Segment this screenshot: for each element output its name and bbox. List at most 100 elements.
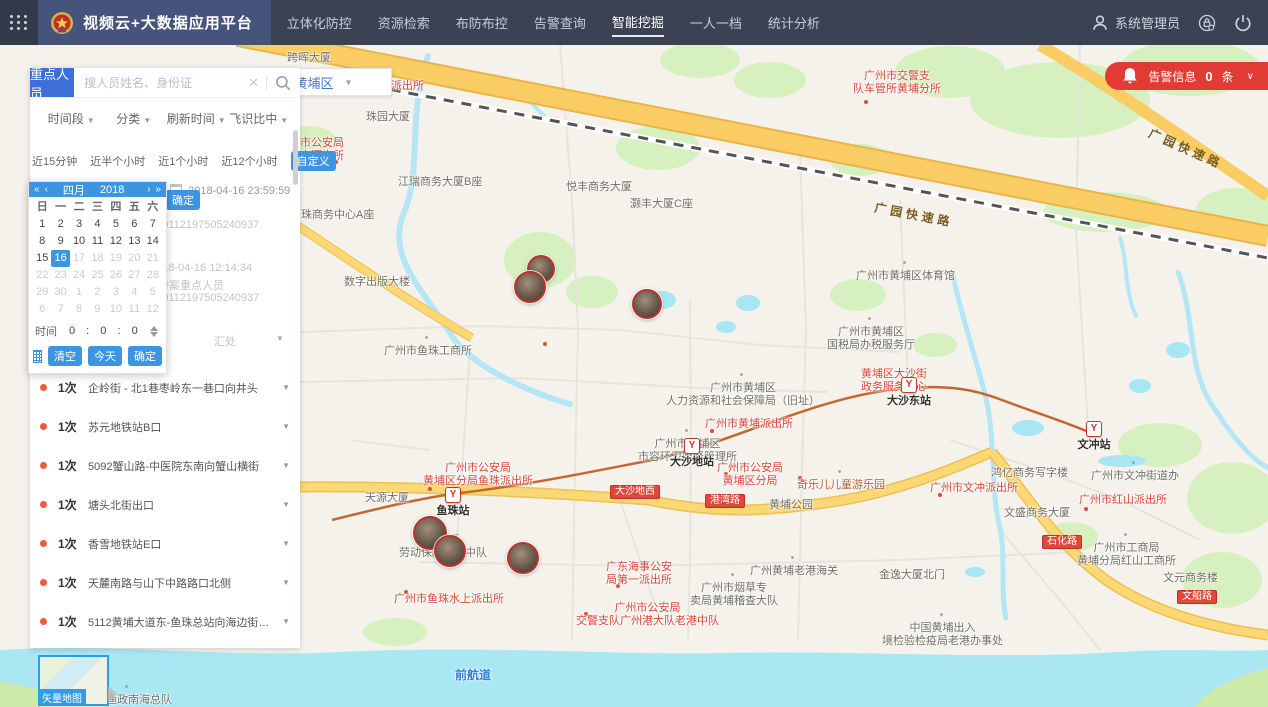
calendar-cell[interactable]: 1 — [33, 216, 51, 233]
quick-range-3[interactable]: 近1个小时 — [158, 153, 208, 169]
face-marker-3[interactable] — [632, 289, 662, 319]
calendar-cell[interactable]: 19 — [107, 250, 125, 267]
calendar-cell[interactable]: 24 — [70, 267, 88, 284]
list-item-6[interactable]: 1次天麓南路与山下中路路口北侧▼ — [30, 563, 300, 602]
user-menu[interactable]: 系统管理员 — [1091, 13, 1180, 32]
calendar-cell[interactable]: 13 — [125, 233, 143, 250]
calendar-cell[interactable]: 21 — [144, 250, 162, 267]
calendar-cell[interactable]: 6 — [33, 301, 51, 318]
calendar-cell[interactable]: 25 — [88, 267, 106, 284]
calendar-cell[interactable]: 11 — [88, 233, 106, 250]
metro-station-文冲站[interactable]: Y文冲站 — [1086, 421, 1102, 437]
calendar-cell[interactable]: 2 — [51, 216, 69, 233]
metro-station-鱼珠站[interactable]: Y鱼珠站 — [445, 487, 461, 503]
calendar-cell[interactable]: 27 — [125, 267, 143, 284]
date-to-input[interactable]: 2018-04-16 23:59:59 — [188, 185, 290, 197]
calendar-cell[interactable]: 1 — [70, 284, 88, 301]
calendar-cell[interactable]: 12 — [144, 301, 162, 318]
calendar-cell[interactable]: 8 — [33, 233, 51, 250]
filter-3[interactable]: 刷新时间▼ — [165, 110, 228, 127]
calendar-cell[interactable]: 3 — [70, 216, 88, 233]
calendar-cell[interactable]: 17 — [70, 250, 88, 267]
app-grid-button[interactable] — [0, 0, 38, 45]
calendar-cell[interactable]: 7 — [51, 301, 69, 318]
scrollbar[interactable] — [293, 130, 298, 185]
list-item-3[interactable]: 1次5092蟹山路-中医院东南向蟹山横街▼ — [30, 446, 300, 485]
quick-range-1[interactable]: 近15分钟 — [32, 153, 77, 169]
calendar-cell[interactable]: 9 — [88, 301, 106, 318]
calendar-year[interactable]: 2018 — [100, 184, 142, 196]
calendar-cell[interactable]: 18 — [88, 250, 106, 267]
calendar-month[interactable]: 四月 — [63, 182, 85, 198]
chevron-down-icon[interactable]: ∨ — [1247, 71, 1254, 82]
calendar-cell[interactable]: 22 — [33, 267, 51, 284]
calendar-cell[interactable]: 16 — [51, 250, 69, 267]
search-input[interactable] — [82, 75, 241, 91]
calendar-cell[interactable]: 26 — [107, 267, 125, 284]
menu-item-6[interactable]: 一人一档 — [690, 9, 742, 36]
calendar-cell[interactable]: 20 — [125, 250, 143, 267]
calendar-cell[interactable]: 4 — [88, 216, 106, 233]
ok-button[interactable]: 确定 — [128, 346, 162, 366]
prev-year-icon[interactable]: « — [34, 182, 40, 197]
search-icon[interactable] — [274, 74, 292, 92]
clear-icon[interactable]: ✕ — [248, 75, 259, 91]
chevron-down-icon[interactable]: ▼ — [282, 578, 290, 587]
minimap[interactable]: 矢量地图 — [38, 655, 109, 706]
menu-item-4[interactable]: 告警查询 — [534, 9, 586, 36]
filter-2[interactable]: 分类▼ — [103, 110, 166, 127]
calendar-cell[interactable]: 28 — [144, 267, 162, 284]
calendar-cell[interactable]: 10 — [107, 301, 125, 318]
menu-item-5[interactable]: 智能挖掘 — [612, 8, 664, 37]
next-year-icon[interactable]: » — [155, 182, 161, 197]
chevron-down-icon[interactable]: ▼ — [282, 461, 290, 470]
minimap-expander[interactable] — [108, 686, 117, 702]
confirm-button[interactable]: 确定 — [166, 190, 200, 210]
filter-1[interactable]: 时间段▼ — [40, 110, 103, 127]
face-marker-6[interactable] — [507, 542, 539, 574]
calendar-cell[interactable]: 6 — [125, 216, 143, 233]
list-item-5[interactable]: 1次香雪地铁站E口▼ — [30, 524, 300, 563]
time-stepper[interactable] — [150, 326, 158, 337]
chevron-down-icon[interactable]: ▼ — [282, 383, 290, 392]
time-value[interactable]: 0 : 0 : 0 — [69, 325, 142, 337]
list-item-7[interactable]: 1次5112黄埔大道东-鱼珠总站向海边街（全）▼ — [30, 602, 300, 641]
quick-range-2[interactable]: 近半个小时 — [90, 153, 145, 169]
menu-item-7[interactable]: 统计分析 — [768, 9, 820, 36]
face-marker-2[interactable] — [514, 271, 546, 303]
calendar-cell[interactable]: 11 — [125, 301, 143, 318]
calendar-cell[interactable]: 12 — [107, 233, 125, 250]
tab-key-persons[interactable]: 重点人员 — [30, 68, 74, 97]
metro-station-大沙东站[interactable]: Y大沙东站 — [901, 377, 917, 393]
calendar-cell[interactable]: 29 — [33, 284, 51, 301]
chevron-down-icon[interactable]: ▼ — [282, 422, 290, 431]
calendar-cell[interactable]: 23 — [51, 267, 69, 284]
calendar-cell[interactable]: 14 — [144, 233, 162, 250]
chevron-down-icon[interactable]: ▼ — [282, 500, 290, 509]
face-marker-5[interactable] — [434, 535, 466, 567]
next-month-icon[interactable]: › — [147, 182, 150, 197]
calendar-cell[interactable]: 3 — [107, 284, 125, 301]
calendar-cell[interactable]: 10 — [70, 233, 88, 250]
power-icon[interactable] — [1234, 14, 1252, 32]
menu-item-1[interactable]: 立体化防控 — [287, 9, 352, 36]
calendar-cell[interactable]: 4 — [125, 284, 143, 301]
menu-item-3[interactable]: 布防布控 — [456, 9, 508, 36]
calendar-cell[interactable]: 15 — [33, 250, 51, 267]
calendar-cell[interactable]: 8 — [70, 301, 88, 318]
chevron-down-icon[interactable]: ▼ — [282, 617, 290, 626]
metro-station-大沙地站[interactable]: Y大沙地站 — [684, 438, 700, 454]
quick-range-4[interactable]: 近12个小时 — [221, 153, 277, 169]
menu-item-2[interactable]: 资源检索 — [378, 9, 430, 36]
calendar-cell[interactable]: 9 — [51, 233, 69, 250]
list-item-2[interactable]: 1次苏元地铁站B口▼ — [30, 407, 300, 446]
calendar-grid-icon[interactable] — [33, 350, 42, 363]
calendar-cell[interactable]: 5 — [144, 284, 162, 301]
calendar-cell[interactable]: 7 — [144, 216, 162, 233]
chevron-down-icon[interactable]: ▼ — [282, 539, 290, 548]
clear-button[interactable]: 清空 — [48, 346, 82, 366]
filter-4[interactable]: 飞识比中▼ — [228, 110, 291, 127]
calendar-cell[interactable]: 2 — [88, 284, 106, 301]
list-item-4[interactable]: 1次塘头北街出口▼ — [30, 485, 300, 524]
alert-banner[interactable]: 告警信息 0 条 ∨ — [1105, 62, 1268, 90]
